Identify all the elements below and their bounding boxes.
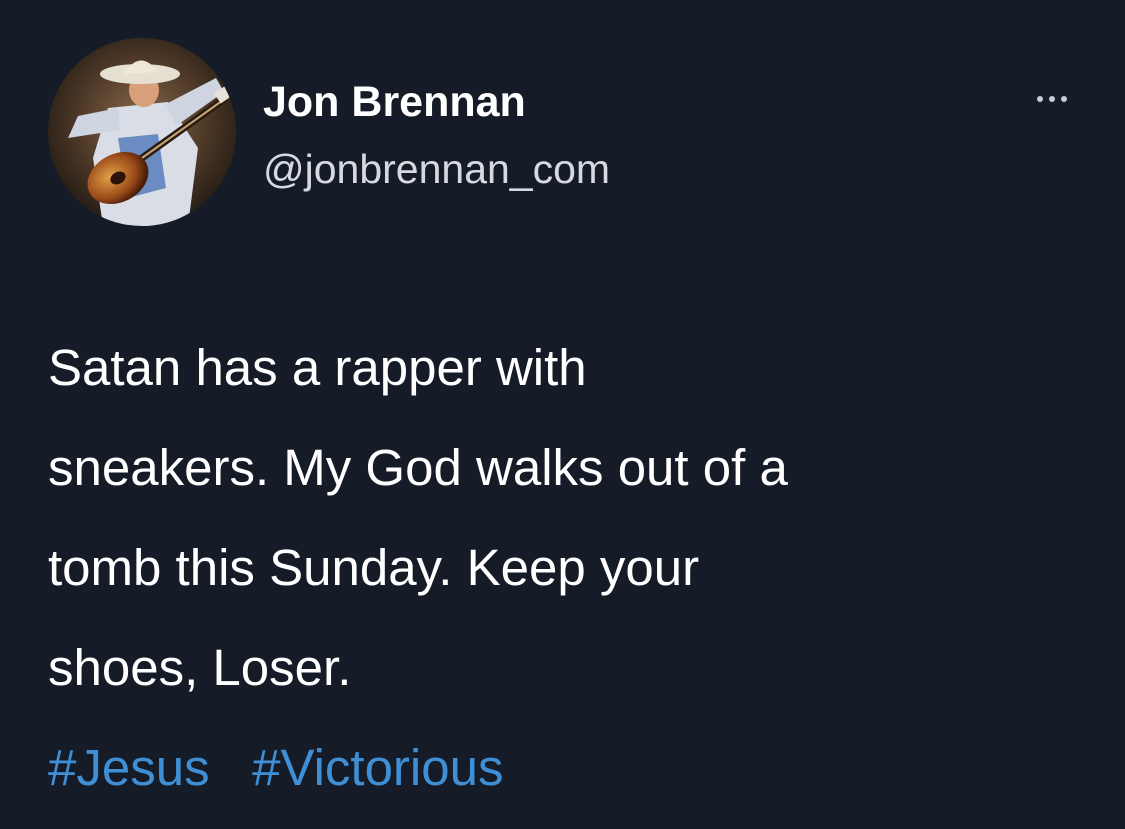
hashtag-link[interactable]: #Victorious	[252, 739, 503, 796]
display-name[interactable]: Jon Brennan	[263, 76, 526, 128]
tweet-card: Jon Brennan @jonbrennan_com Satan has a …	[0, 0, 1125, 829]
more-options-icon[interactable]	[1024, 84, 1080, 114]
more-dot	[1049, 96, 1055, 102]
tweet-text-line: tomb this Sunday. Keep your	[48, 539, 700, 596]
hashtag-separator	[224, 739, 238, 796]
tweet-text-line: sneakers. My God walks out of a	[48, 439, 788, 496]
more-dot	[1037, 96, 1043, 102]
tweet-text-line: Satan has a rapper with	[48, 339, 587, 396]
hashtag-link[interactable]: #Jesus	[48, 739, 210, 796]
avatar[interactable]	[48, 38, 236, 226]
hashtag-row: #Jesus #Victorious	[48, 718, 503, 818]
avatar-image	[48, 38, 236, 226]
tweet-text-line: shoes, Loser.	[48, 639, 352, 696]
more-dot	[1061, 96, 1067, 102]
tweet-text: Satan has a rapper with sneakers. My God…	[48, 318, 1088, 718]
user-handle[interactable]: @jonbrennan_com	[263, 144, 610, 194]
